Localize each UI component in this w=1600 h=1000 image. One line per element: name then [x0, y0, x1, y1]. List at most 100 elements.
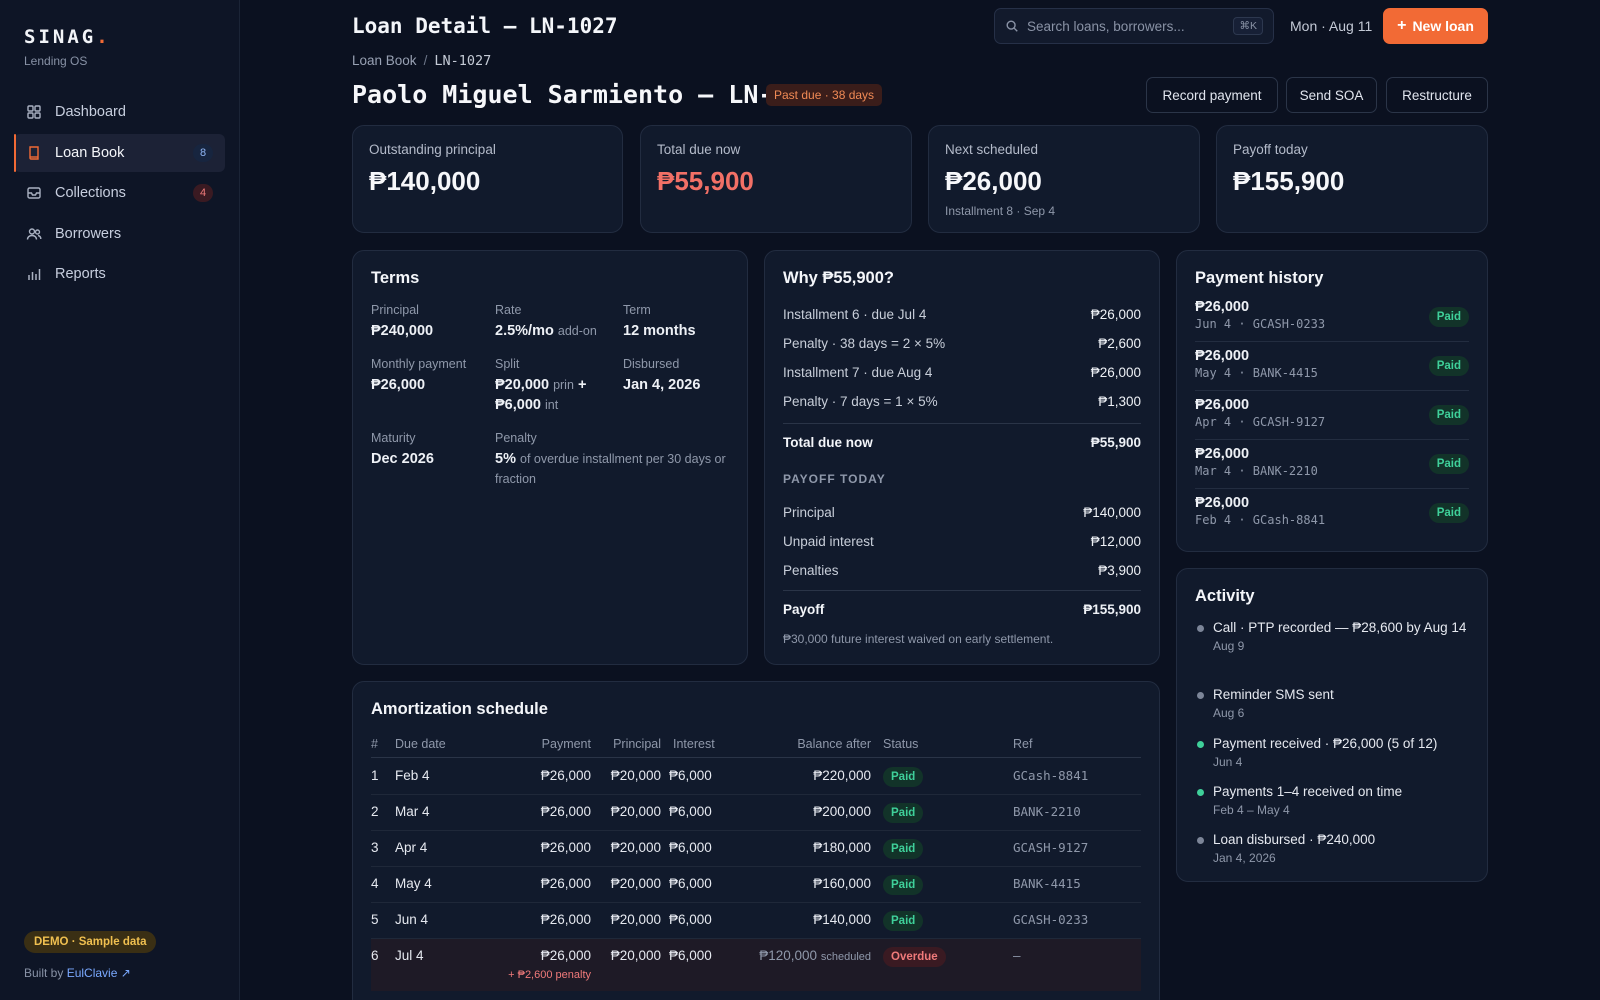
record-payment-button[interactable]: Record payment	[1146, 77, 1278, 113]
table-row-overdue[interactable]: 6 Jul 4 ₱26,000 ₱20,000 ₱6,000 ₱120,000 …	[371, 939, 1141, 991]
kpi-next-scheduled: Next scheduled ₱26,000 Installment 8 · S…	[928, 125, 1200, 233]
why-row: Penalty · 7 days = 1 × 5% ₱1,300	[783, 394, 1141, 409]
kpi-value: ₱155,900	[1233, 166, 1345, 196]
card-title: Why ₱55,900?	[783, 269, 894, 287]
amortization-card: Amortization schedule # Due date Payment…	[352, 681, 1160, 1000]
table-row[interactable]: 2 Mar 4 ₱26,000 ₱20,000 ₱6,000 ₱200,000 …	[371, 795, 1141, 831]
payoff-total-row: Payoff ₱155,900	[783, 602, 1141, 617]
term-penalty: Penalty 5% of overdue installment per 30…	[495, 431, 726, 486]
status-badge: Overdue	[883, 947, 946, 967]
status-badge: Paid	[883, 803, 924, 823]
breadcrumb-root[interactable]: Loan Book	[352, 53, 417, 68]
penalty-note: + ₱2,600 penalty	[508, 969, 591, 981]
built-by: Built by EulClavie ↗	[24, 966, 131, 980]
search-icon	[1006, 20, 1018, 32]
list-item[interactable]: ₱26,000 Feb 4 · GCash-8841 Paid	[1195, 495, 1469, 543]
demo-badge: DEMO · Sample data	[24, 931, 157, 953]
bar-chart-icon	[26, 266, 42, 282]
keyboard-shortcut: ⌘K	[1233, 17, 1263, 35]
kpi-value: ₱55,900	[657, 166, 754, 196]
term-monthly-payment: Monthly payment ₱26,000	[371, 357, 467, 393]
grid-icon	[26, 104, 42, 120]
card-title: Terms	[371, 269, 420, 287]
status-badge: Paid	[1428, 405, 1469, 425]
status-badge: Paid	[883, 839, 924, 859]
list-item[interactable]: ₱26,000 Mar 4 · BANK-2210 Paid	[1195, 446, 1469, 494]
sidebar-item-label: Dashboard	[55, 104, 126, 120]
activity-item: Payments 1–4 received on time Feb 4 – Ma…	[1195, 783, 1469, 817]
payoff-row: Penalties ₱3,900	[783, 563, 1141, 578]
list-item[interactable]: ₱26,000 May 4 · BANK-4415 Paid	[1195, 348, 1469, 396]
current-date: Mon · Aug 11	[1290, 18, 1373, 34]
why-row: Installment 7 · due Aug 4 ₱26,000	[783, 365, 1141, 380]
status-badge: Paid	[883, 911, 924, 931]
why-total-card: Why ₱55,900? Installment 6 · due Jul 4 ₱2…	[764, 250, 1160, 665]
activity-dot	[1197, 625, 1204, 632]
table-row[interactable]: 3 Apr 4 ₱26,000 ₱20,000 ₱6,000 ₱180,000 …	[371, 831, 1141, 867]
status-badge: Paid	[883, 767, 924, 787]
kpi-value: ₱140,000	[369, 166, 481, 196]
kpi-subtext: Installment 8 · Sep 4	[945, 204, 1056, 218]
count-badge: 4	[193, 184, 213, 202]
term-rate: Rate 2.5%/mo add-on	[495, 303, 597, 339]
activity-item: Payment received · ₱26,000 (5 of 12) Jun…	[1195, 735, 1469, 769]
payoff-row: Principal ₱140,000	[783, 505, 1141, 520]
sidebar-item-collections[interactable]: Collections 4	[14, 174, 225, 212]
list-item[interactable]: ₱26,000 Apr 4 · GCASH-9127 Paid	[1195, 397, 1469, 445]
restructure-button[interactable]: Restructure	[1386, 77, 1488, 113]
sidebar-item-label: Borrowers	[55, 225, 122, 242]
card-title: Payment history	[1195, 269, 1324, 287]
card-title: Activity	[1195, 587, 1255, 605]
plus-icon: +	[1397, 17, 1407, 34]
status-badge: Paid	[1428, 454, 1469, 474]
kpi-payoff-today: Payoff today ₱155,900	[1216, 125, 1488, 233]
why-row: Penalty · 38 days = 2 × 5% ₱2,600	[783, 336, 1141, 351]
divider	[783, 590, 1141, 591]
payoff-row: Unpaid interest ₱12,000	[783, 534, 1141, 549]
author-link[interactable]: EulClavie ↗	[67, 966, 131, 980]
list-item[interactable]: ₱26,000 Jun 4 · GCASH-0233 Paid	[1195, 299, 1469, 347]
brand-logo: SINAG.	[24, 26, 111, 48]
term-split: Split ₱20,000 prin + ₱6,000 int	[495, 357, 587, 413]
why-total-row: Total due now ₱55,900	[783, 435, 1141, 450]
search-box[interactable]: ⌘K	[994, 8, 1274, 44]
activity-card: Activity Call · PTP recorded — ₱28,600 b…	[1176, 568, 1488, 882]
inbox-icon	[26, 185, 42, 201]
brand-subtitle: Lending OS	[24, 54, 88, 68]
term-disbursed: Disbursed Jan 4, 2026	[623, 357, 701, 393]
table-row[interactable]: 1 Feb 4 ₱26,000 ₱20,000 ₱6,000 ₱220,000 …	[371, 759, 1141, 795]
brand[interactable]: SINAG. Lending OS	[24, 26, 111, 68]
status-badge: Paid	[1428, 503, 1469, 523]
table-row[interactable]: 4 May 4 ₱26,000 ₱20,000 ₱6,000 ₱160,000 …	[371, 867, 1141, 903]
book-icon	[26, 145, 42, 161]
activity-dot	[1197, 837, 1204, 844]
new-loan-button[interactable]: + New loan	[1383, 8, 1488, 44]
sidebar-nav: Dashboard Loan Book 8 Collections 4 Borr…	[14, 93, 225, 296]
sidebar-item-reports[interactable]: Reports	[14, 255, 225, 293]
term-principal: Principal ₱240,000	[371, 303, 434, 339]
table-row[interactable]: 5 Jun 4 ₱26,000 ₱20,000 ₱6,000 ₱140,000 …	[371, 903, 1141, 939]
status-badge: Paid	[1428, 307, 1469, 327]
activity-dot	[1197, 789, 1204, 796]
activity-dot	[1197, 692, 1204, 699]
activity-item: Loan disbursed · ₱240,000 Jan 4, 2026	[1195, 831, 1469, 865]
sidebar-item-dashboard[interactable]: Dashboard	[14, 93, 225, 131]
kpi-total-due: Total due now ₱55,900	[640, 125, 912, 233]
search-input[interactable]	[1027, 18, 1234, 34]
send-soa-button[interactable]: Send SOA	[1286, 77, 1377, 113]
kpi-outstanding-principal: Outstanding principal ₱140,000	[352, 125, 623, 233]
status-badge: Paid	[1428, 356, 1469, 376]
sidebar-item-loan-book[interactable]: Loan Book 8	[14, 133, 225, 172]
payment-history-card: Payment history ₱26,000 Jun 4 · GCASH-02…	[1176, 250, 1488, 552]
terms-card: Terms Principal ₱240,000 Rate 2.5%/mo ad…	[352, 250, 748, 665]
sidebar-item-label: Collections	[55, 185, 126, 201]
activity-item: Call · PTP recorded — ₱28,600 by Aug 14 …	[1195, 619, 1469, 653]
sidebar-item-borrowers[interactable]: Borrowers	[14, 215, 225, 253]
why-row: Installment 6 · due Jul 4 ₱26,000	[783, 307, 1141, 322]
users-icon	[26, 226, 42, 242]
card-title: Amortization schedule	[371, 700, 548, 718]
page-title: Loan Detail — LN-1027	[352, 14, 618, 38]
activity-dot	[1197, 741, 1204, 748]
term-length: Term 12 months	[623, 303, 696, 339]
status-badge: Past due · 38 days	[766, 84, 883, 106]
